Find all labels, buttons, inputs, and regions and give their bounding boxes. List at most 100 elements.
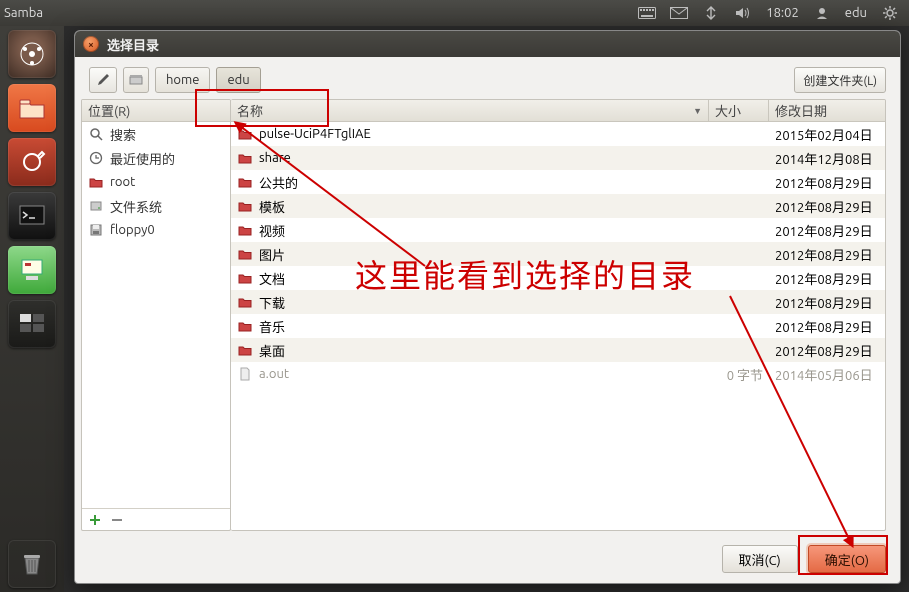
folder-icon <box>237 342 253 358</box>
column-header-name[interactable]: 名称▼ <box>231 100 709 121</box>
sidebar-item-1[interactable]: 最近使用的 <box>82 146 230 170</box>
file-name: 音乐 <box>259 317 285 336</box>
edit-path-button[interactable] <box>89 67 117 93</box>
file-name: share <box>259 151 291 165</box>
sidebar-item-4[interactable]: floppy0 <box>82 218 230 242</box>
sidebar-item-label: 文件系统 <box>110 197 162 216</box>
dialog-title: 选择目录 <box>107 35 159 54</box>
launcher-dash[interactable] <box>8 30 56 78</box>
sound-icon[interactable] <box>734 4 752 22</box>
user-icon <box>813 4 831 22</box>
remove-bookmark-button[interactable] <box>108 512 126 528</box>
sort-indicator-icon: ▼ <box>693 106 702 116</box>
file-date: 2014年05月06日 <box>769 365 885 384</box>
folder-icon <box>237 174 253 190</box>
network-icon[interactable] <box>702 4 720 22</box>
file-name: pulse-UciP4FTglIAE <box>259 127 371 141</box>
file-row[interactable]: 图片 2012年08月29日 <box>231 242 885 266</box>
clock[interactable]: 18:02 <box>766 6 799 20</box>
sidebar-item-label: 搜索 <box>110 125 136 144</box>
file-date: 2012年08月29日 <box>769 173 885 192</box>
file-name: 图片 <box>259 245 285 264</box>
launcher-files[interactable] <box>8 84 56 132</box>
close-icon[interactable]: × <box>83 36 99 52</box>
dialog-footer: 取消(C) 确定(O) <box>75 535 900 583</box>
file-list[interactable]: 名称▼ 大小 修改日期 pulse-UciP4FTglIAE 2015年02月04… <box>231 99 886 531</box>
app-title: Samba <box>4 6 43 20</box>
folder-red-icon <box>88 174 104 190</box>
cancel-button[interactable]: 取消(C) <box>722 545 798 573</box>
file-date: 2012年08月29日 <box>769 341 885 360</box>
recent-icon <box>88 150 104 166</box>
file-date: 2014年12月08日 <box>769 149 885 168</box>
folder-icon <box>237 246 253 262</box>
folder-icon <box>237 294 253 310</box>
sidebar-item-2[interactable]: root <box>82 170 230 194</box>
floppy-icon <box>88 222 104 238</box>
folder-chooser-dialog: × 选择目录 home edu 创建文件夹(L) 位置(R) 搜索最近使用的 ro… <box>74 30 901 584</box>
sidebar-item-3[interactable]: 文件系统 <box>82 194 230 218</box>
file-name: 模板 <box>259 197 285 216</box>
breadcrumb-edu[interactable]: edu <box>216 67 260 93</box>
file-row: a.out 0 字节2014年05月06日 <box>231 362 885 386</box>
file-icon <box>237 366 253 382</box>
launcher-terminal[interactable] <box>8 192 56 240</box>
launcher-trash[interactable] <box>8 540 56 588</box>
file-date: 2015年02月04日 <box>769 125 885 144</box>
user-name[interactable]: edu <box>845 6 867 20</box>
disk-icon <box>88 198 104 214</box>
file-row[interactable]: 下载 2012年08月29日 <box>231 290 885 314</box>
ok-button[interactable]: 确定(O) <box>808 545 886 573</box>
search-icon <box>88 126 104 142</box>
file-name: 桌面 <box>259 341 285 360</box>
launcher-settings[interactable] <box>8 138 56 186</box>
file-name: 公共的 <box>259 173 298 192</box>
system-menubar: Samba 18:02 edu <box>0 0 909 26</box>
create-folder-button[interactable]: 创建文件夹(L) <box>794 67 886 93</box>
sidebar-header[interactable]: 位置(R) <box>82 100 230 122</box>
folder-icon <box>237 150 253 166</box>
add-bookmark-button[interactable] <box>86 512 104 528</box>
file-row[interactable]: share 2014年12月08日 <box>231 146 885 170</box>
folder-icon <box>237 318 253 334</box>
gear-icon[interactable] <box>881 4 899 22</box>
folder-icon <box>237 222 253 238</box>
sidebar-item-0[interactable]: 搜索 <box>82 122 230 146</box>
file-row[interactable]: 模板 2012年08月29日 <box>231 194 885 218</box>
launcher-workspaces[interactable] <box>8 300 56 348</box>
file-date: 2012年08月29日 <box>769 221 885 240</box>
file-name: 文档 <box>259 269 285 288</box>
folder-icon <box>237 270 253 286</box>
file-row[interactable]: 文档 2012年08月29日 <box>231 266 885 290</box>
dialog-toolbar: home edu 创建文件夹(L) <box>75 57 900 99</box>
places-sidebar: 位置(R) 搜索最近使用的 root 文件系统 floppy0 <box>81 99 231 531</box>
file-name: 视频 <box>259 221 285 240</box>
file-date: 2012年08月29日 <box>769 197 885 216</box>
unity-launcher <box>0 26 64 592</box>
file-date: 2012年08月29日 <box>769 269 885 288</box>
file-row[interactable]: pulse-UciP4FTglIAE 2015年02月04日 <box>231 122 885 146</box>
file-date: 2012年08月29日 <box>769 293 885 312</box>
file-row[interactable]: 桌面 2012年08月29日 <box>231 338 885 362</box>
file-date: 2012年08月29日 <box>769 245 885 264</box>
dialog-titlebar[interactable]: × 选择目录 <box>75 31 900 57</box>
breadcrumb-root[interactable] <box>123 67 149 93</box>
sidebar-item-label: 最近使用的 <box>110 149 175 168</box>
folder-icon <box>237 126 253 142</box>
file-name: a.out <box>259 367 289 381</box>
folder-icon <box>237 198 253 214</box>
file-date: 2012年08月29日 <box>769 317 885 336</box>
file-row[interactable]: 视频 2012年08月29日 <box>231 218 885 242</box>
file-name: 下载 <box>259 293 285 312</box>
launcher-samba[interactable] <box>8 246 56 294</box>
breadcrumb-home[interactable]: home <box>155 67 210 93</box>
mail-icon[interactable] <box>670 4 688 22</box>
keyboard-icon[interactable] <box>638 4 656 22</box>
sidebar-item-label: root <box>110 175 135 189</box>
file-row[interactable]: 公共的 2012年08月29日 <box>231 170 885 194</box>
file-size: 0 字节 <box>709 365 769 384</box>
file-row[interactable]: 音乐 2012年08月29日 <box>231 314 885 338</box>
column-header-date[interactable]: 修改日期 <box>769 100 885 121</box>
sidebar-item-label: floppy0 <box>110 223 155 237</box>
column-header-size[interactable]: 大小 <box>709 100 769 121</box>
